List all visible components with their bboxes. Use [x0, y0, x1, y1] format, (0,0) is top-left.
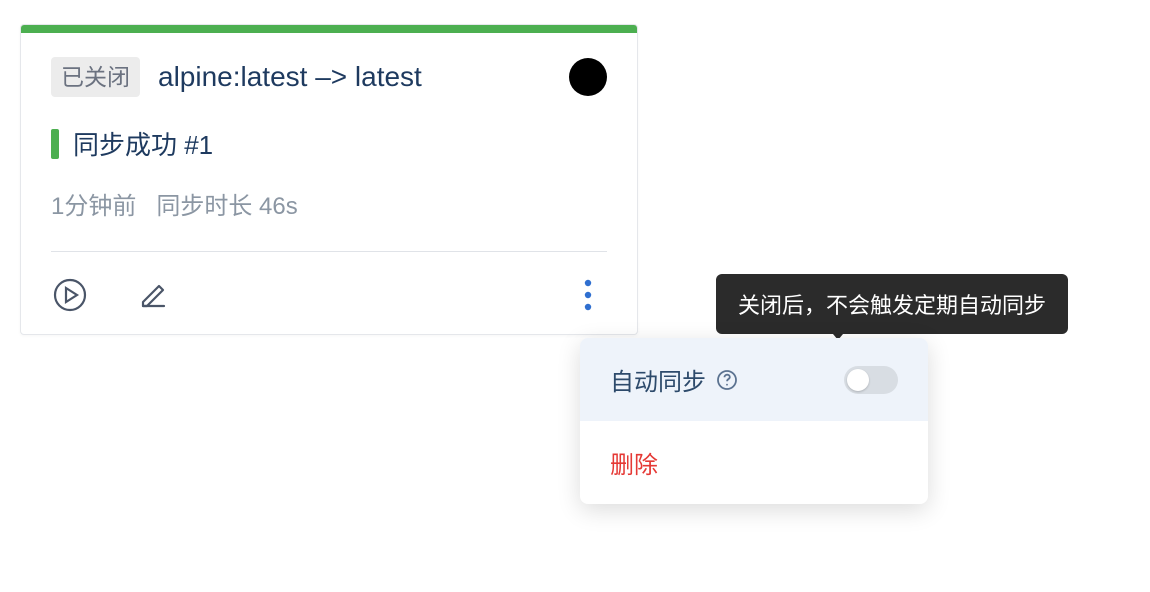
- pencil-icon: [137, 278, 171, 312]
- tooltip: 关闭后，不会触发定期自动同步: [716, 274, 1068, 334]
- play-icon: [52, 277, 88, 313]
- edit-button[interactable]: [135, 276, 173, 314]
- menu-item-auto-sync[interactable]: 自动同步: [580, 338, 928, 421]
- auto-sync-label: 自动同步: [610, 362, 706, 397]
- delete-label: 删除: [610, 445, 658, 480]
- sync-rule-card: 已关闭 alpine:latest –> latest 同步成功 #1 1分钟前…: [20, 24, 638, 335]
- auto-sync-toggle[interactable]: [844, 366, 898, 394]
- toggle-knob: [847, 369, 869, 391]
- actions-row: [51, 276, 607, 314]
- card-status-bar: [21, 25, 637, 33]
- status-row: 同步成功 #1: [51, 125, 607, 162]
- dropdown-menu: 自动同步 删除: [580, 338, 928, 504]
- card-body: 已关闭 alpine:latest –> latest 同步成功 #1 1分钟前…: [21, 33, 637, 334]
- card-header: 已关闭 alpine:latest –> latest: [51, 57, 607, 97]
- play-button[interactable]: [51, 276, 89, 314]
- more-button[interactable]: [569, 276, 607, 314]
- status-indicator: [51, 129, 59, 159]
- meta-time: 1分钟前: [51, 186, 136, 221]
- question-circle-icon[interactable]: [716, 369, 738, 391]
- avatar: [569, 58, 607, 96]
- divider: [51, 251, 607, 252]
- menu-item-delete[interactable]: 删除: [580, 421, 928, 504]
- meta-duration: 同步时长 46s: [156, 186, 297, 221]
- status-text: 同步成功 #1: [73, 125, 213, 162]
- closed-badge: 已关闭: [51, 57, 140, 97]
- meta-row: 1分钟前 同步时长 46s: [51, 186, 607, 221]
- more-vertical-icon: [584, 279, 592, 311]
- tooltip-text: 关闭后，不会触发定期自动同步: [738, 293, 1046, 318]
- rule-title: alpine:latest –> latest: [158, 61, 551, 93]
